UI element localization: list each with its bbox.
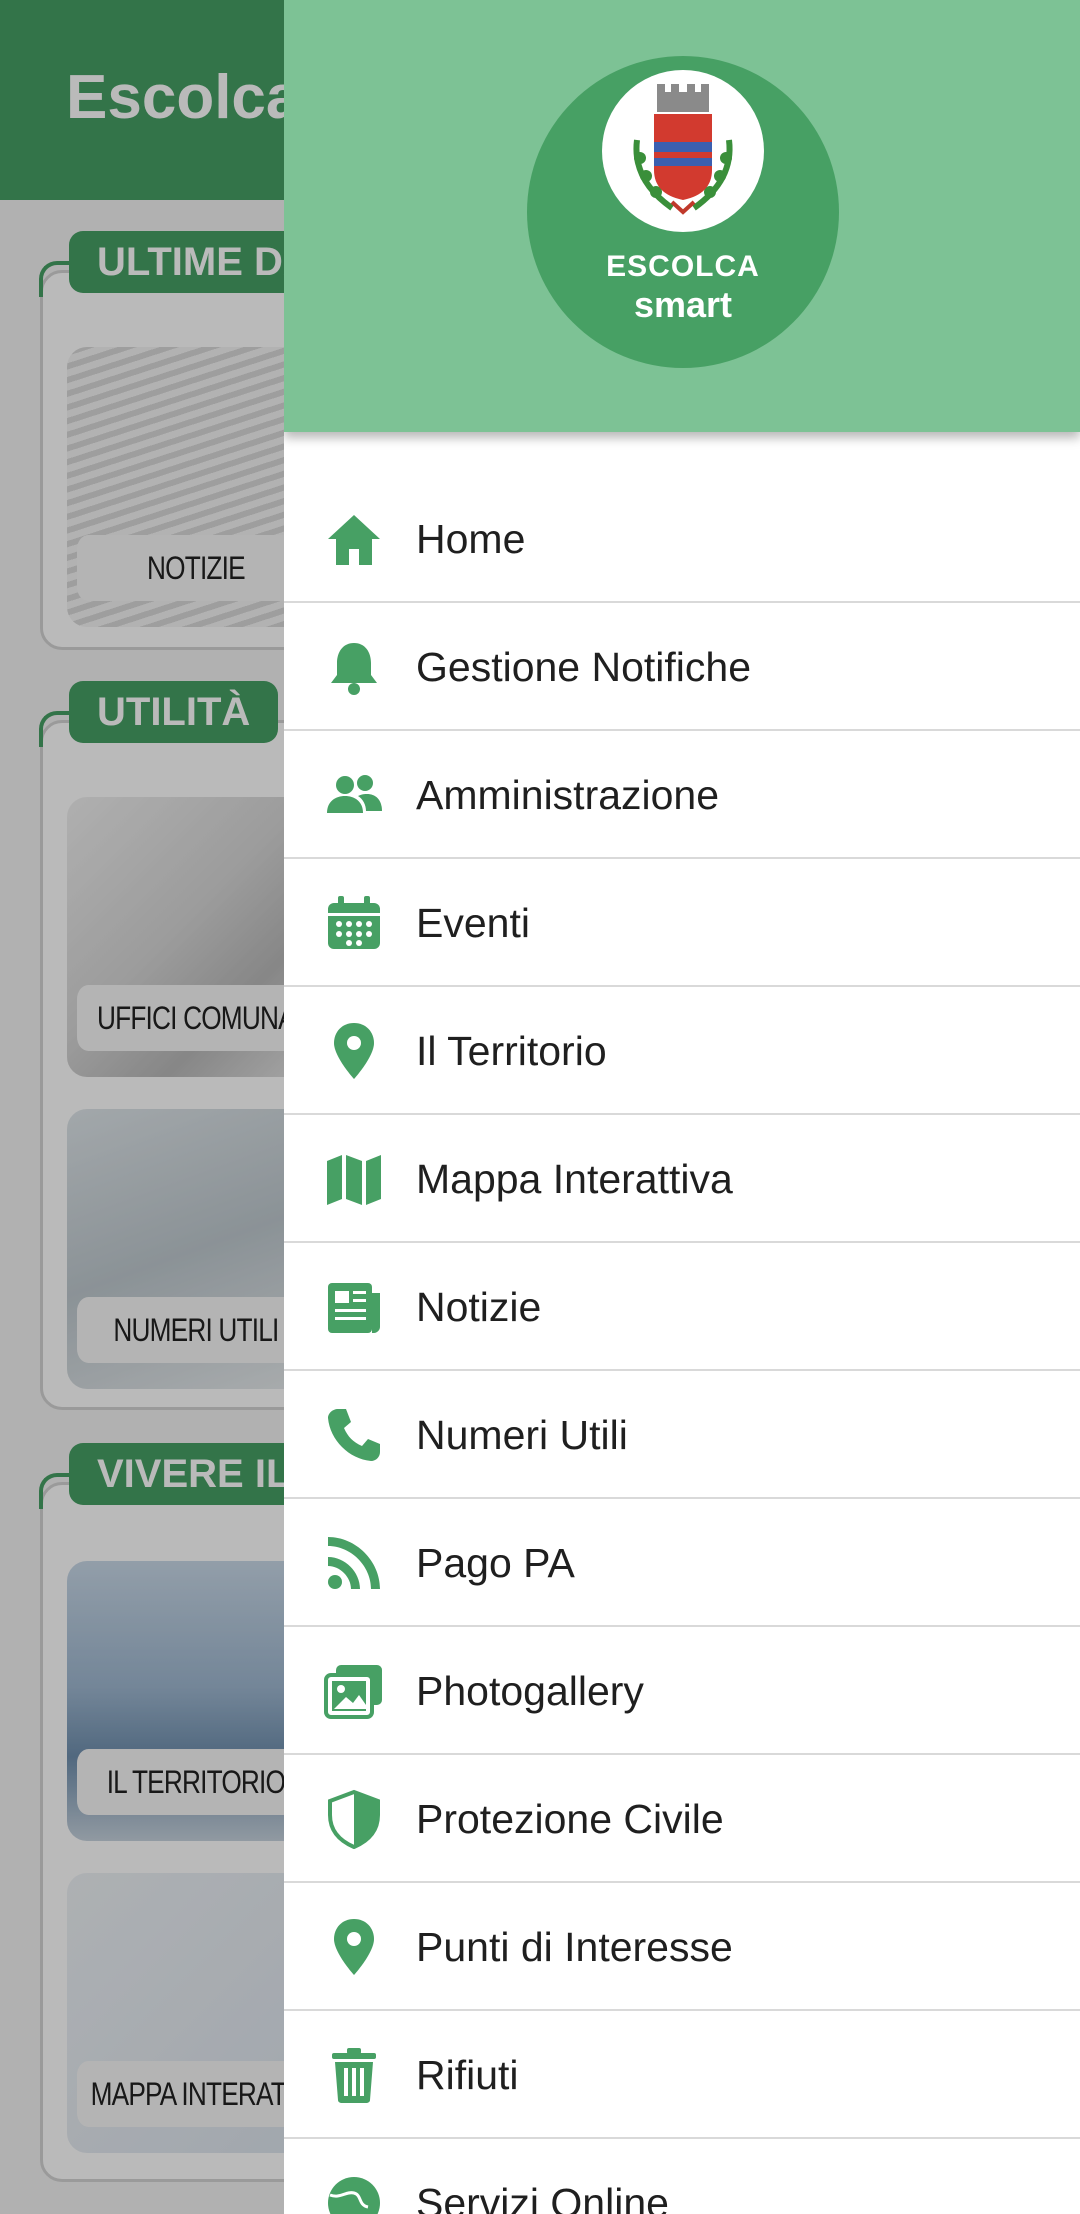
menu-item-label: Protezione Civile xyxy=(416,1796,724,1842)
globe-icon xyxy=(324,2173,384,2214)
drawer-menu: Home Gestione Notifiche Amministrazione … xyxy=(284,475,1080,2214)
newspaper-icon xyxy=(324,1277,384,1337)
menu-item-rifiuti[interactable]: Rifiuti xyxy=(284,2011,1080,2139)
menu-item-servizi-online[interactable]: Servizi Online xyxy=(284,2139,1080,2214)
menu-item-label: Eventi xyxy=(416,900,530,946)
menu-item-protezione-civile[interactable]: Protezione Civile xyxy=(284,1755,1080,1883)
rss-icon xyxy=(324,1533,384,1593)
logo-title: ESCOLCA xyxy=(606,250,760,283)
menu-item-label: Notizie xyxy=(416,1284,542,1330)
menu-item-label: Rifiuti xyxy=(416,2052,519,2098)
menu-item-label: Servizi Online xyxy=(416,2180,669,2214)
menu-item-label: Pago PA xyxy=(416,1540,575,1586)
menu-item-photogallery[interactable]: Photogallery xyxy=(284,1627,1080,1755)
menu-item-label: Photogallery xyxy=(416,1668,644,1714)
menu-item-label: Home xyxy=(416,516,526,562)
menu-item-eventi[interactable]: Eventi xyxy=(284,859,1080,987)
menu-item-label: Gestione Notifiche xyxy=(416,644,752,690)
users-icon xyxy=(324,765,384,825)
coat-of-arms-icon xyxy=(602,70,764,232)
menu-item-mappa-interattiva[interactable]: Mappa Interattiva xyxy=(284,1115,1080,1243)
menu-item-label: Il Territorio xyxy=(416,1028,607,1074)
map-icon xyxy=(324,1149,384,1209)
menu-item-label: Punti di Interesse xyxy=(416,1924,733,1970)
home-icon xyxy=(324,509,384,569)
app-logo: ESCOLCA smart xyxy=(527,56,839,368)
menu-item-il-territorio[interactable]: Il Territorio xyxy=(284,987,1080,1115)
menu-item-label: Numeri Utili xyxy=(416,1412,628,1458)
menu-item-amministrazione[interactable]: Amministrazione xyxy=(284,731,1080,859)
map-pin-icon xyxy=(324,1917,384,1977)
menu-item-numeri-utili[interactable]: Numeri Utili xyxy=(284,1371,1080,1499)
menu-item-punti-di-interesse[interactable]: Punti di Interesse xyxy=(284,1883,1080,2011)
drawer-header: ESCOLCA smart xyxy=(284,0,1080,432)
menu-item-home[interactable]: Home xyxy=(284,475,1080,603)
menu-item-label: Amministrazione xyxy=(416,772,720,818)
images-icon xyxy=(324,1661,384,1721)
calendar-icon xyxy=(324,893,384,953)
navigation-drawer: ESCOLCA smart Home Gestione Notifiche Am… xyxy=(284,0,1080,2214)
phone-icon xyxy=(324,1405,384,1465)
trash-icon xyxy=(324,2045,384,2105)
map-pin-icon xyxy=(324,1021,384,1081)
logo-subtitle: smart xyxy=(633,284,733,325)
menu-item-notizie[interactable]: Notizie xyxy=(284,1243,1080,1371)
bell-icon xyxy=(324,637,384,697)
menu-item-gestione-notifiche[interactable]: Gestione Notifiche xyxy=(284,603,1080,731)
menu-item-label: Mappa Interattiva xyxy=(416,1156,733,1202)
shield-icon xyxy=(324,1789,384,1849)
menu-item-pago-pa[interactable]: Pago PA xyxy=(284,1499,1080,1627)
